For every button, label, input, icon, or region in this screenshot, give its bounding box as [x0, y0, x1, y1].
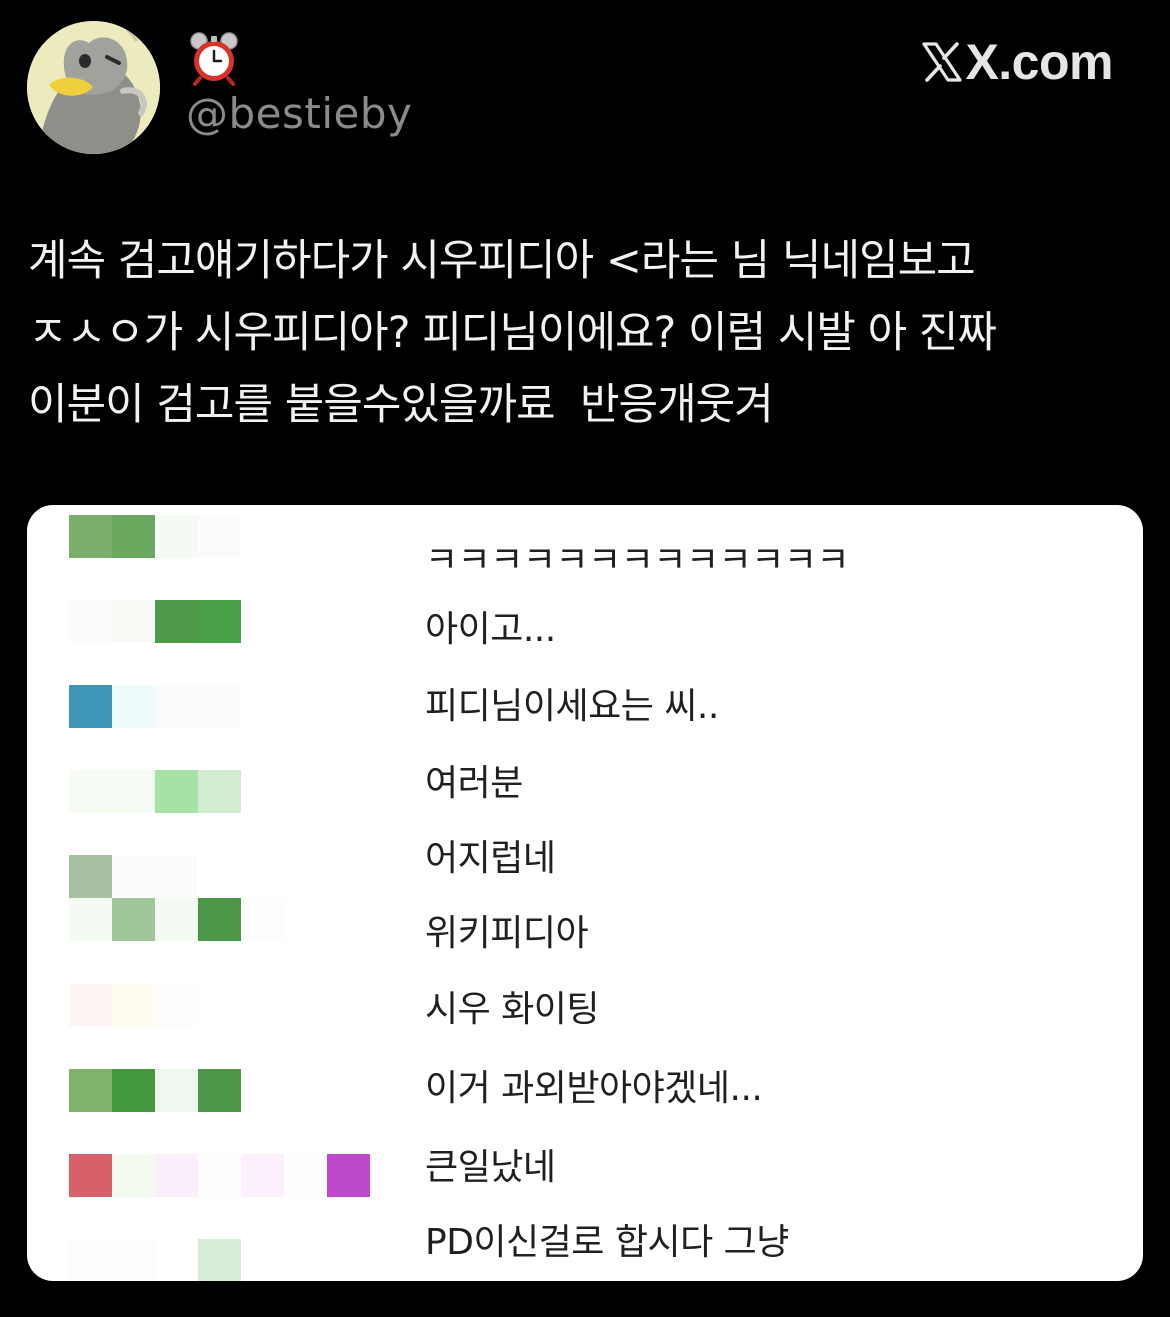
blurred-avatar-pixel	[198, 1069, 241, 1112]
chat-message: 피디님이세요는 씨..	[425, 686, 719, 727]
chat-row: 위키피디아	[27, 898, 1143, 976]
blurred-avatar-pixel	[155, 984, 198, 1027]
blurred-avatar-pixel	[198, 600, 241, 643]
blurred-avatar-pixel	[155, 770, 198, 813]
blurred-avatar-pixel	[69, 855, 112, 898]
chat-row: 여러분	[27, 763, 1143, 848]
chat-row: ㅋㅋㅋㅋㅋㅋㅋㅋㅋㅋㅋㅋㅋ	[27, 515, 1143, 593]
blurred-avatar-pixel	[155, 1069, 198, 1112]
blurred-avatar-pixel	[69, 515, 112, 558]
blurred-avatar-pixel	[198, 770, 241, 813]
x-logo-icon	[922, 42, 963, 82]
blurred-avatar-pixel	[112, 1069, 155, 1112]
chat-message: 아이고...	[425, 609, 556, 650]
blurred-avatar-pixel	[69, 770, 112, 813]
blurred-avatar-pixel	[284, 1154, 327, 1197]
chat-screenshot-card: ㅋㅋㅋㅋㅋㅋㅋㅋㅋㅋㅋㅋㅋ 아이고... 피디님이세요는 씨.. 여러분 어지럽…	[27, 505, 1143, 1281]
blurred-avatar-pixel	[198, 515, 241, 558]
blurred-avatar-pixel	[198, 898, 241, 941]
brand-logo: X.com	[921, 30, 1113, 94]
blurred-avatar-pixel	[155, 855, 198, 898]
blurred-avatar-pixel	[69, 1239, 112, 1281]
blurred-avatar-pixel	[155, 898, 198, 941]
blurred-avatar-pixel	[112, 770, 155, 813]
chat-message: 위키피디아	[425, 913, 589, 954]
chat-row: 피디님이세요는 씨..	[27, 685, 1143, 763]
blurred-avatar-pixel	[112, 898, 155, 941]
brand-text: X.com	[965, 34, 1113, 90]
avatar[interactable]	[27, 21, 160, 154]
blurred-avatar-pixel	[155, 600, 198, 643]
chat-row: 이거 과외받아야겠네...	[27, 1068, 1143, 1147]
blurred-avatar-pixel	[112, 855, 155, 898]
blurred-avatar-pixel	[112, 685, 155, 728]
chat-row: 시우 화이팅	[27, 984, 1143, 1062]
blurred-avatar-pixel	[112, 1154, 155, 1197]
blurred-avatar-pixel	[69, 984, 112, 1027]
blurred-avatar-pixel	[69, 1069, 112, 1112]
blurred-avatar-pixel	[155, 515, 198, 558]
blurred-avatar-pixel	[69, 600, 112, 643]
chat-message: ㅋㅋㅋㅋㅋㅋㅋㅋㅋㅋㅋㅋㅋ	[425, 540, 850, 581]
blurred-avatar-pixel	[112, 515, 155, 558]
blurred-avatar-pixel	[69, 1154, 112, 1197]
chat-message: 여러분	[425, 763, 523, 804]
user-handle[interactable]: @bestieby	[186, 88, 412, 140]
chat-row: 아이고...	[27, 600, 1143, 678]
blurred-avatar-pixel	[241, 898, 284, 941]
blurred-avatar-pixel	[241, 1154, 284, 1197]
blurred-avatar-pixel	[198, 685, 241, 728]
duck-cartoon-avatar-icon	[27, 21, 160, 154]
chat-message: PD이신걸로 합시다 그냥	[425, 1222, 789, 1263]
chat-message: 이거 과외받아야겠네...	[425, 1068, 763, 1109]
blurred-avatar-pixel	[69, 685, 112, 728]
blurred-avatar-pixel	[69, 898, 112, 941]
chat-row: PD이신걸로 합시다 그냥	[27, 1222, 1143, 1281]
blurred-avatar-pixel	[155, 1154, 198, 1197]
chat-message: 큰일났네	[425, 1147, 556, 1188]
blurred-avatar-pixel	[112, 600, 155, 643]
tweet-text: 계속 검고얘기하다가 시우피디아 <라는 님 닉네임보고 ㅈㅅㅇ가 시우피디아?…	[28, 236, 997, 430]
blurred-avatar-pixel	[155, 685, 198, 728]
alarm-clock-icon	[190, 32, 238, 86]
chat-message: 시우 화이팅	[425, 989, 600, 1030]
blurred-avatar-pixel	[198, 1239, 241, 1281]
chat-message: 어지럽네	[425, 838, 556, 879]
blurred-avatar-pixel	[198, 1154, 241, 1197]
blurred-avatar-pixel	[112, 1239, 155, 1281]
blurred-avatar-pixel	[327, 1154, 370, 1197]
blurred-avatar-pixel	[112, 984, 155, 1027]
